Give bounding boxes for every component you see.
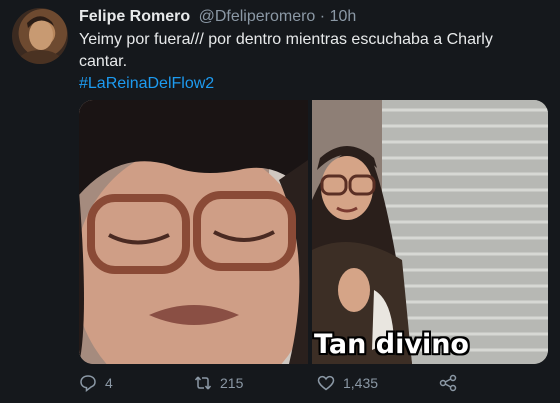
tweet-header: Felipe Romero @Dfeliperomero · 10h	[79, 6, 550, 28]
author-handle[interactable]: @Dfeliperomero	[199, 8, 316, 25]
tweet-media[interactable]: Tan divino	[79, 100, 548, 364]
retweet-button[interactable]: 215	[194, 374, 243, 392]
hashtag-link[interactable]: #LaReinaDelFlow2	[79, 73, 539, 95]
media-image-smiling[interactable]: Tan divino	[312, 100, 548, 364]
tweet-actions: 4 215 1,435	[79, 374, 479, 396]
retweet-icon	[194, 374, 212, 392]
reply-icon	[79, 374, 97, 392]
separator-dot: ·	[319, 8, 326, 25]
share-button[interactable]	[439, 374, 465, 392]
media-image-crying[interactable]	[79, 100, 308, 364]
tweet-text: Yeimy por fuera/// por dentro mientras e…	[79, 31, 493, 70]
reply-count: 4	[105, 375, 113, 391]
tweet-body: Yeimy por fuera/// por dentro mientras e…	[79, 29, 539, 95]
retweet-count: 215	[220, 375, 244, 391]
like-button[interactable]: 1,435	[317, 374, 378, 392]
author-name[interactable]: Felipe Romero	[79, 8, 190, 25]
media-caption: Tan divino	[314, 329, 469, 360]
tweet-time[interactable]: 10h	[330, 8, 357, 25]
heart-icon	[317, 374, 335, 392]
avatar[interactable]	[12, 8, 68, 64]
share-icon	[439, 374, 457, 392]
reply-button[interactable]: 4	[79, 374, 113, 392]
like-count: 1,435	[343, 375, 379, 391]
